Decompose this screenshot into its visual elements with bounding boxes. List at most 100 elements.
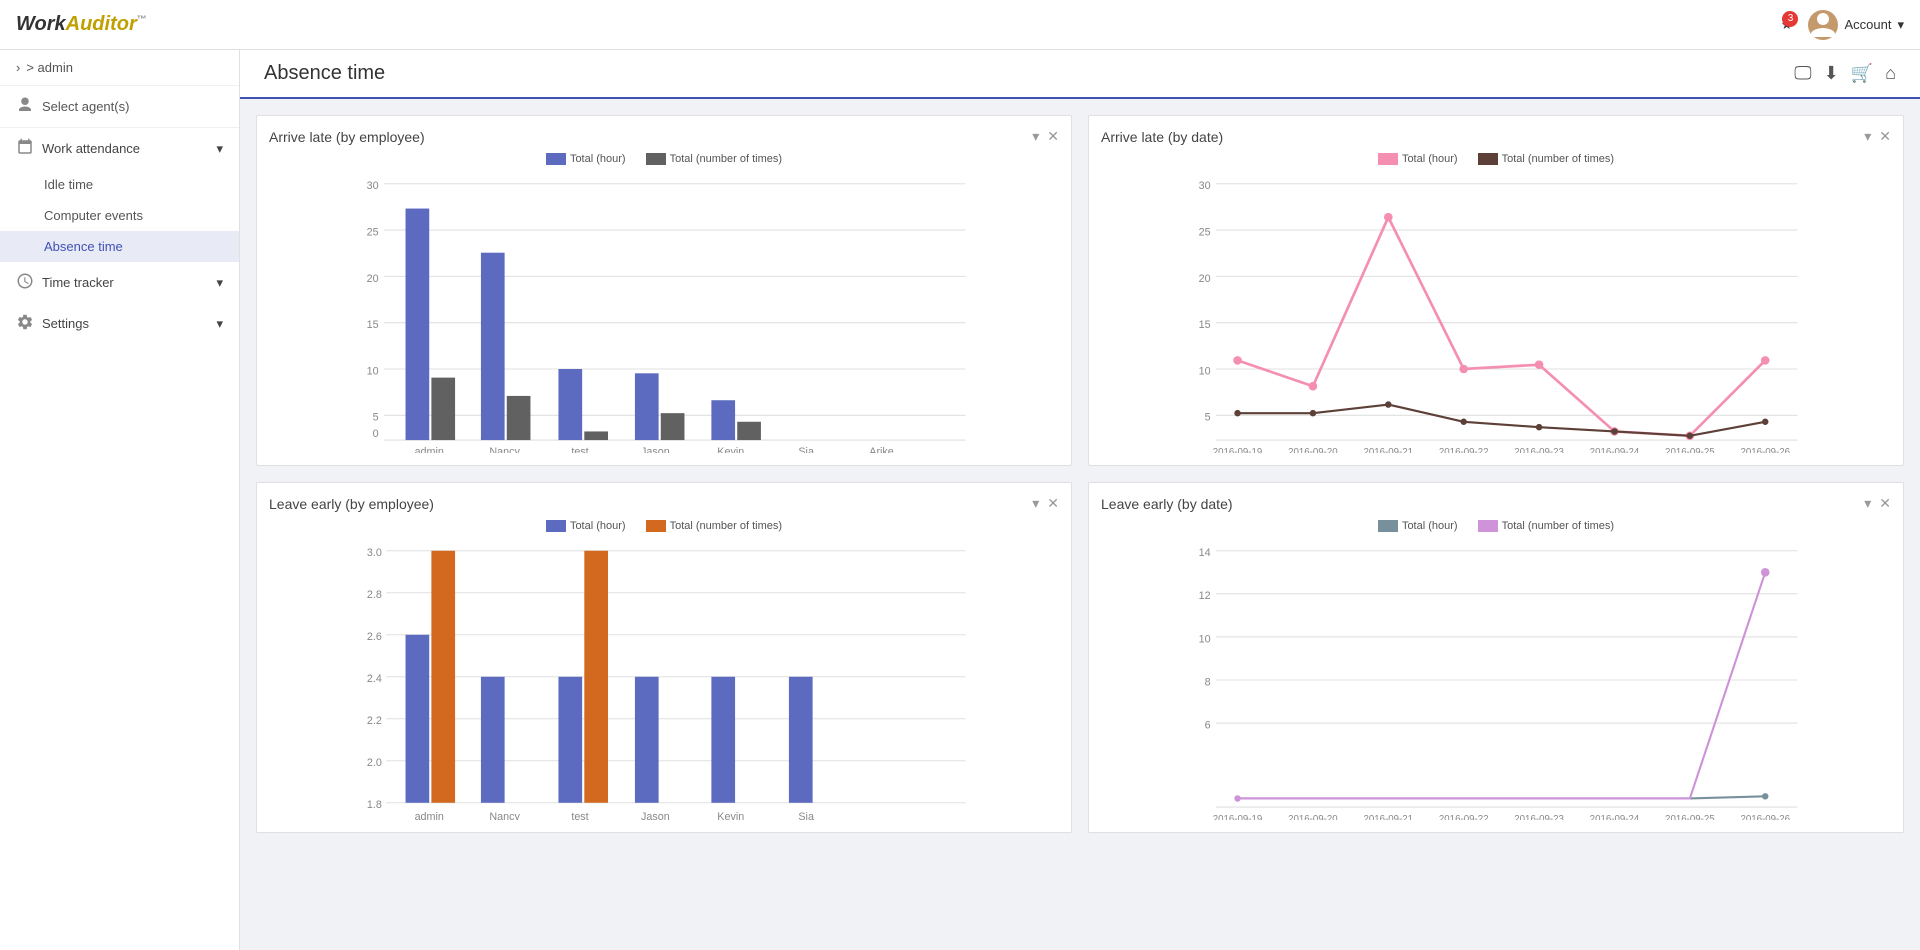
bar-leemp-jason-hour [635, 677, 659, 803]
dot-arrive-date-times-3 [1460, 419, 1466, 425]
bar-nancy-times [507, 396, 531, 440]
chart-leave-early-date-svg: 14 12 10 8 6 [1101, 540, 1891, 820]
svg-text:Nancy: Nancy [489, 446, 520, 453]
legend-total-hour: Total (hour) [546, 153, 626, 165]
time-tracker-text: Time tracker [42, 275, 114, 290]
dot-arrive-date-times-1 [1310, 410, 1316, 416]
calendar-icon [16, 138, 34, 159]
svg-text:15: 15 [1199, 319, 1211, 331]
svg-text:10: 10 [1199, 365, 1211, 377]
svg-text:2.4: 2.4 [367, 673, 382, 685]
cart-icon[interactable]: 🛒 [1851, 63, 1873, 84]
legend-color-times [646, 153, 666, 165]
sidebar-section-time-tracker-header[interactable]: Time tracker ▾ [0, 262, 239, 303]
dot-arrive-date-times-2 [1385, 401, 1391, 407]
legend-total-times: Total (number of times) [646, 153, 782, 165]
chart-arrive-late-date-container: 30 25 20 15 10 5 [1101, 173, 1891, 453]
line-arrive-date-times [1238, 405, 1766, 436]
main-content: Absence time 🖵 ⬇ 🛒 ⌂ Arrive late (by emp… [240, 50, 1920, 849]
svg-text:0: 0 [373, 428, 379, 440]
account-menu[interactable]: Account ▾ [1808, 10, 1904, 40]
legend-total-hour-2: Total (hour) [1378, 153, 1458, 165]
chart-arrive-late-employee-actions: ▾ ✕ [1032, 128, 1059, 145]
legend-color-hour-3 [546, 520, 566, 532]
svg-text:2016-09-25: 2016-09-25 [1665, 447, 1715, 453]
svg-text:2016-09-26: 2016-09-26 [1740, 814, 1790, 820]
chart-minimize-icon-2[interactable]: ▾ [1864, 128, 1871, 145]
settings-icon [16, 313, 34, 334]
chart-close-icon-2[interactable]: ✕ [1879, 128, 1891, 145]
logo-work: Work [16, 13, 66, 35]
legend-total-times-4: Total (number of times) [1478, 520, 1614, 532]
sidebar-item-computer-events[interactable]: Computer events [0, 200, 239, 231]
bar-leemp-test-times [584, 551, 608, 803]
chart-arrive-late-employee: Arrive late (by employee) ▾ ✕ Total (hou… [256, 115, 1072, 466]
svg-text:8: 8 [1205, 676, 1211, 688]
svg-text:15: 15 [367, 319, 379, 331]
legend-total-times-2: Total (number of times) [1478, 153, 1614, 165]
legend-label-hour-2: Total (hour) [1402, 153, 1458, 165]
svg-text:Arike: Arike [869, 446, 894, 453]
home-icon[interactable]: ⌂ [1885, 63, 1896, 84]
svg-text:2016-09-19: 2016-09-19 [1213, 447, 1263, 453]
dot-arrive-date-hour-7 [1761, 356, 1770, 365]
chart-minimize-icon[interactable]: ▾ [1032, 128, 1039, 145]
svg-text:30: 30 [1199, 180, 1211, 192]
chart-minimize-icon-3[interactable]: ▾ [1032, 495, 1039, 512]
legend-color-hour [546, 153, 566, 165]
app-logo: WorkAuditor™ [16, 13, 147, 36]
legend-label-hour: Total (hour) [570, 153, 626, 165]
svg-text:25: 25 [1199, 226, 1211, 238]
svg-text:2016-09-23: 2016-09-23 [1514, 447, 1564, 453]
sidebar-admin[interactable]: › > admin [0, 50, 239, 86]
timetracker-icon [16, 272, 34, 293]
svg-text:12: 12 [1199, 590, 1211, 602]
svg-text:2.0: 2.0 [367, 757, 382, 769]
settings-text: Settings [42, 316, 89, 331]
chart-close-icon-4[interactable]: ✕ [1879, 495, 1891, 512]
line-arrive-date-hour [1238, 217, 1766, 436]
sidebar-item-idle-time[interactable]: Idle time [0, 169, 239, 200]
work-attendance-sub-items: Idle time Computer events Absence time [0, 169, 239, 262]
chart-leave-early-employee: Leave early (by employee) ▾ ✕ Total (hou… [256, 482, 1072, 833]
time-tracker-chevron-icon: ▾ [216, 275, 223, 291]
chart-arrive-late-employee-svg: 30 25 20 15 10 5 0 [269, 173, 1059, 453]
chart-leave-early-employee-container: 3.0 2.8 2.6 2.4 2.2 2.0 1.8 [269, 540, 1059, 820]
sidebar-section-work-attendance: Work attendance ▾ Idle time Computer eve… [0, 128, 239, 262]
svg-text:14: 14 [1199, 547, 1211, 559]
svg-text:5: 5 [1205, 412, 1211, 424]
svg-text:20: 20 [1199, 273, 1211, 285]
sidebar-item-absence-time[interactable]: Absence time [0, 231, 239, 262]
bar-admin-times [431, 378, 455, 440]
chart-arrive-late-employee-legend: Total (hour) Total (number of times) [269, 153, 1059, 165]
page-title: Absence time [264, 62, 385, 85]
bar-nancy-hour [481, 253, 505, 440]
chart-leave-early-employee-svg: 3.0 2.8 2.6 2.4 2.2 2.0 1.8 [269, 540, 1059, 820]
time-tracker-label-wrapper: Time tracker [16, 272, 114, 293]
svg-text:2016-09-23: 2016-09-23 [1514, 814, 1564, 820]
select-agents-label: Select agent(s) [42, 99, 129, 114]
svg-text:2016-09-26: 2016-09-26 [1740, 447, 1790, 453]
legend-color-times-4 [1478, 520, 1498, 532]
download-icon[interactable]: ⬇ [1824, 63, 1839, 84]
sidebar-section-work-attendance-header[interactable]: Work attendance ▾ [0, 128, 239, 169]
chart-close-icon[interactable]: ✕ [1047, 128, 1059, 145]
sidebar-select-agents[interactable]: Select agent(s) [0, 86, 239, 128]
svg-text:Sia: Sia [798, 811, 814, 820]
chart-arrive-late-employee-title: Arrive late (by employee) [269, 129, 425, 145]
chart-minimize-icon-4[interactable]: ▾ [1864, 495, 1871, 512]
svg-text:test: test [571, 811, 588, 820]
sidebar-section-settings-header[interactable]: Settings ▾ [0, 303, 239, 344]
bar-jason-times [661, 413, 685, 440]
svg-text:1.8: 1.8 [367, 799, 382, 811]
svg-text:2016-09-25: 2016-09-25 [1665, 814, 1715, 820]
topbar: WorkAuditor™ ★ 3 Account ▾ [0, 0, 1920, 50]
agent-icon [16, 96, 34, 117]
notifications-button[interactable]: ★ 3 [1781, 17, 1793, 33]
admin-label: > admin [26, 60, 73, 75]
svg-text:admin: admin [415, 446, 444, 453]
svg-text:2016-09-20: 2016-09-20 [1288, 814, 1338, 820]
screen-icon[interactable]: 🖵 [1794, 63, 1811, 84]
chart-close-icon-3[interactable]: ✕ [1047, 495, 1059, 512]
svg-text:5: 5 [373, 412, 379, 424]
